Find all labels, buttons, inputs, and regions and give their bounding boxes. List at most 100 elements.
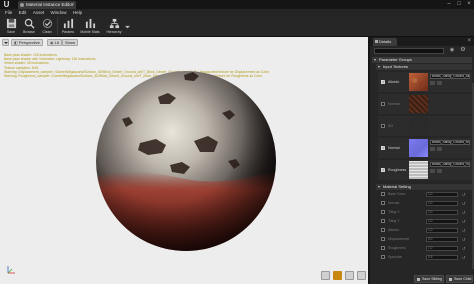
tab-details[interactable]: Details <box>373 38 397 46</box>
minimize-icon[interactable]: – <box>444 0 454 9</box>
normal-map-checkbox[interactable] <box>381 145 385 150</box>
clean-button[interactable]: Clean <box>39 17 55 36</box>
mobile-stats-button[interactable]: Mobile Stats <box>80 17 100 36</box>
details-panel: Details × ◉ ⚙ Parameter Groups Input Tex… <box>368 37 474 284</box>
save-icon <box>416 277 420 281</box>
param-value-field[interactable]: 1.0 <box>426 219 458 224</box>
menu-edit[interactable]: Edit <box>19 9 27 16</box>
reset-arrow-icon[interactable]: ↺ <box>462 201 465 206</box>
viewport-options-dropdown[interactable] <box>2 39 9 46</box>
param-checkbox[interactable] <box>381 246 385 250</box>
param-checkbox[interactable] <box>381 201 385 205</box>
viewport-cube-icon[interactable] <box>357 271 366 280</box>
hierarchy-icon <box>109 18 119 29</box>
param-row: Base Color 1.0 ↺ <box>378 191 472 198</box>
toolbar-separator <box>57 18 58 35</box>
browse-asset-icon[interactable] <box>437 169 442 173</box>
browse-asset-icon[interactable] <box>437 147 442 151</box>
show-button[interactable]: Show <box>62 39 79 46</box>
reset-arrow-icon[interactable]: ↺ <box>462 219 465 224</box>
param-value-field[interactable]: 0.5 <box>426 255 458 260</box>
material-instance-icon <box>20 3 24 7</box>
reset-arrow-icon[interactable]: ↺ <box>462 255 465 260</box>
reset-arrow-icon[interactable]: ↺ <box>462 210 465 215</box>
ao-checkbox[interactable] <box>381 124 385 128</box>
material-settings-header[interactable]: Material Setting <box>376 184 472 190</box>
texture-row-albedo: Albedo Bricks_Sandy_Ground_Albedo <box>378 72 472 92</box>
param-value-field[interactable]: 1.0 <box>426 210 458 215</box>
param-checkbox[interactable] <box>381 210 385 214</box>
params-icon <box>63 18 73 29</box>
arrow-left-icon[interactable] <box>430 81 435 85</box>
lit-button[interactable]: ◉ Lit <box>47 39 62 46</box>
normal-checkbox[interactable] <box>381 102 385 106</box>
param-value-field[interactable]: 1.0 <box>426 192 458 197</box>
browse-icon <box>24 18 35 29</box>
roughness-checkbox[interactable] <box>381 167 385 172</box>
arrow-left-icon[interactable] <box>430 169 435 173</box>
param-value-field[interactable]: 1.0 <box>426 201 458 206</box>
param-row: Tiling X 1.0 ↺ <box>378 209 472 216</box>
menu-file[interactable]: File <box>5 9 12 16</box>
param-value-field[interactable]: 1.0 <box>426 228 458 233</box>
reset-arrow-icon[interactable]: ↺ <box>462 237 465 242</box>
menu-asset[interactable]: Asset <box>33 9 44 16</box>
axis-gizmo-icon <box>6 265 16 277</box>
param-value-field[interactable]: 0.0 <box>426 237 458 242</box>
browse-button[interactable]: Browse <box>21 17 37 36</box>
document-tab-title: Material Instance Editor <box>26 2 74 7</box>
arrow-left-icon[interactable] <box>430 147 435 151</box>
save-sibling-button[interactable]: Save Sibling <box>414 275 444 283</box>
albedo-texture-thumbnail[interactable] <box>409 73 428 91</box>
save-child-button[interactable]: Save Child <box>446 275 473 283</box>
roughness-asset-field[interactable]: Bricks_Sandy_Ground_Roughness <box>430 162 470 167</box>
texture-row-ao-disabled: AO <box>378 116 472 136</box>
close-icon[interactable]: × <box>467 37 471 46</box>
preview-viewport[interactable]: ◧ Perspective ◉ Lit Show Base pass shade… <box>0 37 368 284</box>
reset-arrow-icon[interactable]: ↺ <box>462 246 465 251</box>
save-button[interactable]: Save <box>3 17 19 36</box>
title-bar: U Material Instance Editor × – □ × <box>0 0 474 9</box>
albedo-asset-field[interactable]: Bricks_Sandy_Ground_Albedo <box>430 74 470 79</box>
maximize-icon[interactable]: □ <box>454 0 464 9</box>
roughness-texture-thumbnail[interactable] <box>409 161 428 179</box>
ao-texture-thumbnail[interactable] <box>409 117 428 135</box>
param-row: Normal 1.0 ↺ <box>378 200 472 207</box>
param-row: Tiling Y 1.0 ↺ <box>378 218 472 225</box>
param-checkbox[interactable] <box>381 228 385 232</box>
normal-texture-thumbnail[interactable] <box>409 95 428 113</box>
parameter-groups-header[interactable]: Parameter Groups <box>372 57 472 63</box>
close-window-icon[interactable]: × <box>464 0 474 9</box>
param-value-field[interactable]: 1.0 <box>426 246 458 251</box>
normal-map-thumbnail[interactable] <box>409 139 428 157</box>
albedo-checkbox[interactable] <box>381 79 385 84</box>
normal-asset-field[interactable]: Bricks_Sandy_Ground_Normal <box>430 140 470 145</box>
reset-arrow-icon[interactable]: ↺ <box>462 228 465 233</box>
hierarchy-dropdown-icon[interactable] <box>124 17 130 36</box>
viewport-sphere-icon[interactable] <box>333 271 342 280</box>
input-textures-header[interactable]: Input Textures <box>376 64 472 70</box>
param-row: Specular 0.5 ↺ <box>378 254 472 261</box>
close-tab-icon[interactable]: × <box>71 1 74 9</box>
viewport-cylinder-icon[interactable] <box>321 271 330 280</box>
params-button[interactable]: Params <box>60 17 76 36</box>
viewport-plane-icon[interactable] <box>345 271 354 280</box>
document-tab[interactable]: Material Instance Editor × <box>18 1 76 9</box>
eye-icon[interactable]: ◉ <box>448 47 456 54</box>
menu-help[interactable]: Help <box>73 9 82 16</box>
menu-window[interactable]: Window <box>50 9 66 16</box>
param-checkbox[interactable] <box>381 237 385 241</box>
texture-row-normal-disabled: Normal <box>378 94 472 114</box>
clean-icon <box>42 18 52 29</box>
gear-icon[interactable]: ⚙ <box>459 47 467 54</box>
browse-asset-icon[interactable] <box>437 81 442 85</box>
menu-bar: File Edit Asset Window Help <box>0 9 474 16</box>
hierarchy-button[interactable]: Hierarchy <box>104 17 124 36</box>
toolbar: Save Browse Clean Params Mobile Stats Hi… <box>0 16 474 37</box>
details-search-input[interactable] <box>374 48 444 54</box>
param-checkbox[interactable] <box>381 255 385 259</box>
param-checkbox[interactable] <box>381 192 385 196</box>
perspective-button[interactable]: ◧ Perspective <box>11 39 43 46</box>
param-checkbox[interactable] <box>381 219 385 223</box>
reset-arrow-icon[interactable]: ↺ <box>462 192 465 197</box>
